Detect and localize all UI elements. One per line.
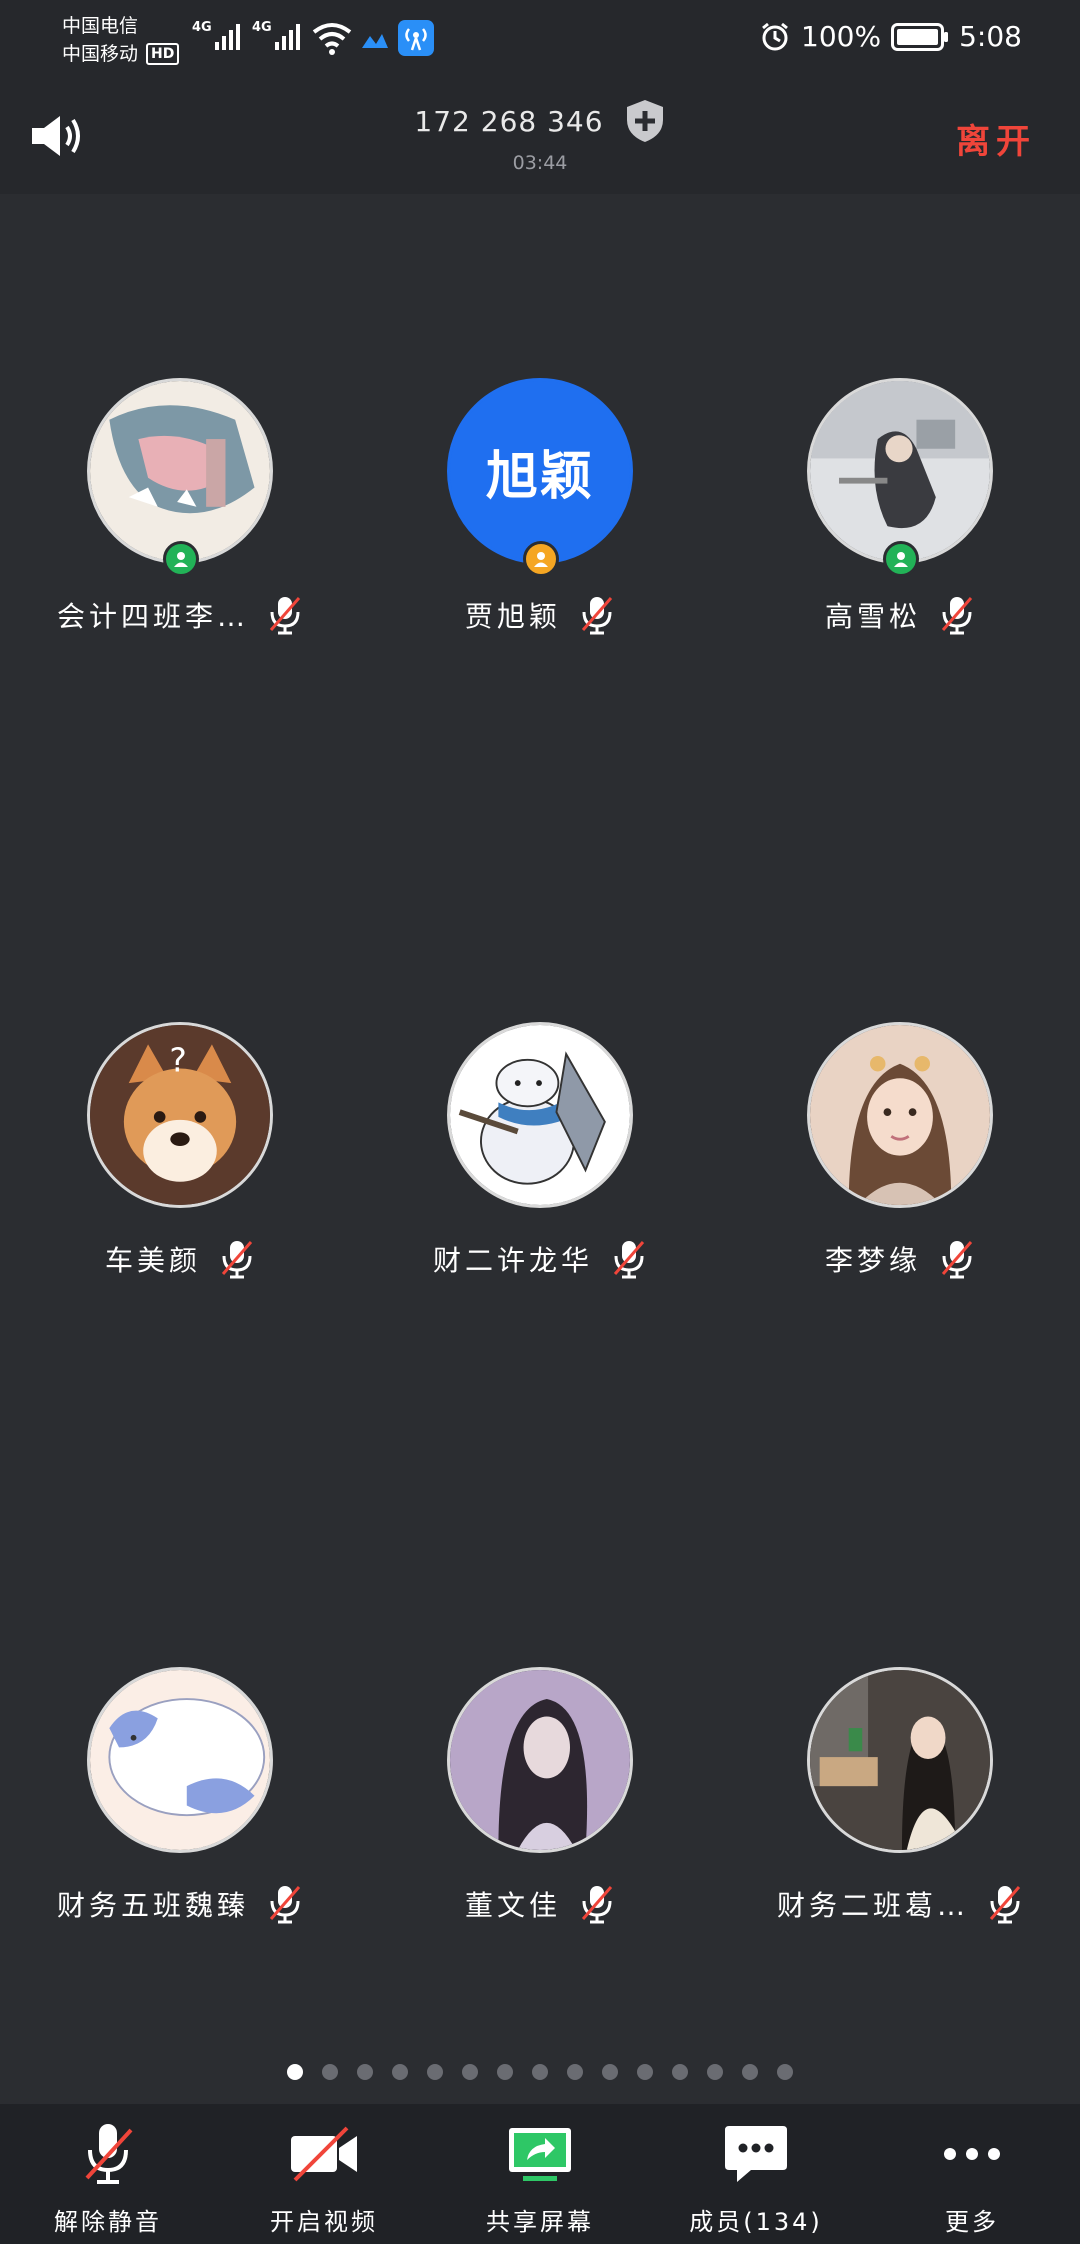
page-dot[interactable] <box>602 2064 618 2080</box>
participant-tile[interactable]: 李梦缘 <box>720 1022 1080 1302</box>
bottom-toolbar: 解除静音 开启视频 共享屏幕 成员(134) 更多 <box>0 2104 1080 2244</box>
chat-bubble-icon <box>725 2126 787 2182</box>
page-dot[interactable] <box>462 2064 478 2080</box>
wifi-icon <box>312 23 352 55</box>
participant-tile[interactable]: 财务二班葛… <box>720 1667 1080 1947</box>
mic-muted-icon <box>85 2124 133 2184</box>
page-dot[interactable] <box>357 2064 373 2080</box>
share-screen-icon <box>509 2128 571 2181</box>
hotspot-icon <box>398 20 434 56</box>
page-dot[interactable] <box>427 2064 443 2080</box>
page-dot[interactable] <box>567 2064 583 2080</box>
participant-tile[interactable]: 财二许龙华 <box>360 1022 720 1302</box>
page-dot[interactable] <box>322 2064 338 2080</box>
security-shield-icon <box>626 100 663 142</box>
participant-tile[interactable]: 会计四班李… <box>0 378 360 658</box>
page-dot[interactable] <box>707 2064 723 2080</box>
members-button[interactable]: 成员(134) <box>648 2104 864 2244</box>
meeting-id: 172 268 346 <box>414 104 604 138</box>
avatar <box>447 1022 633 1208</box>
participant-tile[interactable]: 旭颖 贾旭颖 <box>360 378 720 658</box>
avatar <box>447 1667 633 1853</box>
participant-tile[interactable]: 高雪松 <box>720 378 1080 658</box>
avatar-initials: 旭颖 <box>485 446 594 507</box>
participant-tile[interactable]: ? 车美颜 <box>0 1022 360 1302</box>
page-dot[interactable] <box>532 2064 548 2080</box>
status-bar: 中国电信 中国移动 HD 4G 4G 100% 5:08 <box>0 0 1080 78</box>
avatar <box>87 1667 273 1853</box>
more-label: 更多 <box>945 2208 999 2236</box>
avatar: ? <box>87 1022 273 1208</box>
page-dot[interactable] <box>672 2064 688 2080</box>
participant-name: 会计四班李… <box>56 600 249 633</box>
network-1-label: 4G <box>192 20 212 35</box>
share-screen-button[interactable]: 共享屏幕 <box>432 2104 648 2244</box>
battery-percent: 100% <box>801 20 882 53</box>
meeting-id-row[interactable]: 172 268 346 <box>0 98 1080 144</box>
user-badge-icon <box>163 541 199 577</box>
page-dot[interactable] <box>392 2064 408 2080</box>
mic-muted-icon <box>581 1886 613 1924</box>
alarm-icon <box>762 22 788 50</box>
unmute-button[interactable]: 解除静音 <box>0 2104 216 2244</box>
mic-muted-icon <box>941 597 973 635</box>
unmute-label: 解除静音 <box>54 2208 162 2236</box>
meeting-timer: 03:44 <box>512 152 568 174</box>
video-off-icon <box>291 2126 357 2182</box>
mic-muted-icon <box>269 1886 301 1924</box>
meeting-screen: 中国电信 中国移动 HD 4G 4G 100% 5:08 172 268 346… <box>0 0 1080 2244</box>
share-screen-label: 共享屏幕 <box>486 2208 594 2236</box>
mic-muted-icon <box>269 597 301 635</box>
network-2-label: 4G <box>252 20 272 35</box>
page-dot[interactable] <box>497 2064 513 2080</box>
avatar <box>807 1022 993 1208</box>
cloud-sync-icon <box>362 34 388 48</box>
avatar <box>87 378 273 564</box>
mic-muted-icon <box>581 597 613 635</box>
avatar <box>807 1667 993 1853</box>
more-button[interactable]: 更多 <box>864 2104 1080 2244</box>
participant-name: 财二许龙华 <box>432 1244 593 1277</box>
avatar: 旭颖 <box>447 378 633 564</box>
mic-muted-icon <box>941 1241 973 1279</box>
battery-icon <box>891 22 949 51</box>
clock-time: 5:08 <box>959 20 1022 53</box>
page-dot[interactable] <box>637 2064 653 2080</box>
members-label: 成员(134) <box>689 2208 823 2236</box>
status-right: 100% 5:08 <box>759 20 1022 53</box>
carrier-2-label: 中国移动 <box>62 43 139 65</box>
start-video-label: 开启视频 <box>270 2208 378 2236</box>
participant-name: 车美颜 <box>104 1244 201 1277</box>
participant-name: 董文佳 <box>464 1889 561 1922</box>
leave-button[interactable]: 离开 <box>956 114 1036 163</box>
participant-tile[interactable]: 董文佳 <box>360 1667 720 1947</box>
page-indicator[interactable] <box>0 2064 1080 2080</box>
hd-badge: HD <box>146 43 180 65</box>
carrier-1-label: 中国电信 <box>62 15 139 37</box>
page-dot[interactable] <box>287 2064 303 2080</box>
user-badge-icon <box>883 541 919 577</box>
carrier-info: 中国电信 中国移动 HD <box>62 12 180 68</box>
more-dots-icon <box>944 2148 1000 2160</box>
participant-name: 高雪松 <box>824 600 921 633</box>
meeting-header: 172 268 346 03:44 离开 <box>0 78 1080 194</box>
mic-muted-icon <box>613 1241 645 1279</box>
host-badge-icon <box>523 541 559 577</box>
participant-tile[interactable]: 财务五班魏臻 <box>0 1667 360 1947</box>
avatar <box>807 378 993 564</box>
signal-1-icon: 4G <box>192 20 240 50</box>
participant-name: 财务二班葛… <box>776 1889 969 1922</box>
page-dot[interactable] <box>742 2064 758 2080</box>
participant-name: 贾旭颖 <box>464 600 561 633</box>
mic-muted-icon <box>221 1241 253 1279</box>
mic-muted-icon <box>989 1886 1021 1924</box>
signal-2-icon: 4G <box>252 20 300 50</box>
svg-text:?: ? <box>169 1040 186 1079</box>
participant-name: 财务五班魏臻 <box>56 1889 249 1922</box>
page-dot[interactable] <box>777 2064 793 2080</box>
start-video-button[interactable]: 开启视频 <box>216 2104 432 2244</box>
participant-name: 李梦缘 <box>824 1244 921 1277</box>
